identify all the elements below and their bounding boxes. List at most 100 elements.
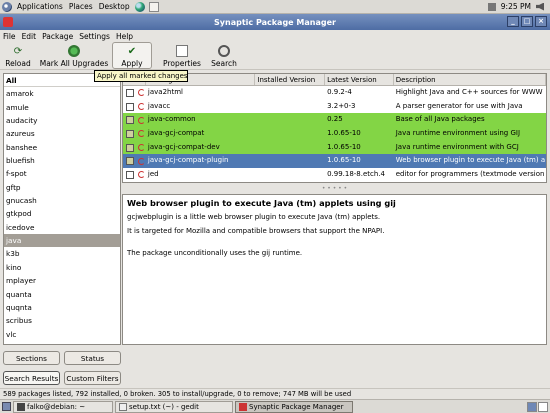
pane-divider[interactable]: • • • • • xyxy=(122,184,547,193)
row-checkbox[interactable] xyxy=(123,86,135,100)
table-row[interactable]: jed 0.99.18-8.etch.4 editor for programmer… xyxy=(123,168,546,182)
workspace-2[interactable] xyxy=(538,401,548,412)
cell-description: Java runtime environment with GCJ xyxy=(395,142,519,151)
table-row[interactable]: java-gcj-compat-plugin 1.0.65-10 Web brows… xyxy=(123,154,546,169)
package-table[interactable]: S Package Installed Version Latest Versi… xyxy=(122,73,547,183)
menu-settings[interactable]: Settings xyxy=(76,32,113,41)
row-checkbox[interactable] xyxy=(123,141,135,155)
section-item-f-spot[interactable]: f-spot xyxy=(4,167,120,180)
window-titlebar[interactable]: Synaptic Package Manager _ □ × xyxy=(0,14,550,30)
not-installed-icon[interactable] xyxy=(125,102,134,111)
section-item-scribus[interactable]: scribus xyxy=(4,314,120,327)
section-item-bluefish[interactable]: bluefish xyxy=(4,154,120,167)
section-item-k3b[interactable]: k3b xyxy=(4,247,120,260)
table-row[interactable]: java-gcj-compat-dev 1.0.65-10 Java runtime… xyxy=(123,140,546,155)
mark-all-upgrades-button[interactable]: Mark All Upgrades xyxy=(36,42,112,69)
row-checkbox[interactable] xyxy=(123,127,135,141)
debian-swirl-icon xyxy=(137,130,145,138)
sections-button[interactable]: Sections xyxy=(3,351,60,365)
apply-button[interactable]: ✔ Apply xyxy=(112,42,152,69)
synaptic-icon xyxy=(239,402,247,411)
section-item-gnucash[interactable]: gnucash xyxy=(4,194,120,207)
task-gedit[interactable]: setup.txt (~) - gedit xyxy=(115,400,233,413)
desktop-menu[interactable]: Desktop xyxy=(96,2,133,11)
search-button[interactable]: Search xyxy=(206,42,242,69)
row-support-status xyxy=(135,113,146,127)
places-menu[interactable]: Places xyxy=(66,2,96,11)
table-row[interactable]: javacc 3.2+0-3 A parser generator for use … xyxy=(123,100,546,114)
apply-tooltip: Apply all marked changes xyxy=(94,70,188,82)
cell-installed-version xyxy=(255,86,325,100)
table-row[interactable]: java2html 0.9.2-4 Highlight Java and C++ s… xyxy=(123,86,546,100)
upgrade-icon xyxy=(68,45,80,57)
properties-button[interactable]: Properties xyxy=(158,42,206,69)
section-item-mplayer[interactable]: mplayer xyxy=(4,274,120,287)
install-marked-icon[interactable] xyxy=(125,129,134,138)
section-item-banshee[interactable]: banshee xyxy=(4,141,120,154)
mail-launcher-icon[interactable] xyxy=(148,1,159,12)
menu-edit[interactable]: Edit xyxy=(19,32,40,41)
table-row[interactable]: java-gcj-compat 1.0.65-10 Java runtime env… xyxy=(123,127,546,141)
synaptic-app-icon[interactable] xyxy=(3,17,13,27)
toolbar: ⟳ Reload Mark All Upgrades ✔ Apply Prope… xyxy=(0,42,550,70)
volume-icon[interactable] xyxy=(536,2,544,11)
workspace-1[interactable] xyxy=(527,401,537,412)
cell-installed-version xyxy=(255,141,325,155)
reload-button[interactable]: ⟳ Reload xyxy=(0,42,36,69)
cell-package: jed xyxy=(147,170,159,179)
install-marked-icon[interactable] xyxy=(125,157,134,166)
details-line-3: The package unconditionally uses the gij… xyxy=(127,249,303,257)
cell-description: Base of all Java packages xyxy=(395,115,485,124)
install-marked-icon[interactable] xyxy=(125,116,134,125)
browser-launcher-icon[interactable] xyxy=(134,1,145,12)
menu-package[interactable]: Package xyxy=(39,32,76,41)
section-item-gftp[interactable]: gftp xyxy=(4,181,120,194)
section-item-azureus[interactable]: azureus xyxy=(4,127,120,140)
maximize-button[interactable]: □ xyxy=(521,16,533,27)
menu-file[interactable]: File xyxy=(0,32,19,41)
row-checkbox[interactable] xyxy=(123,154,135,168)
section-item-vlc[interactable]: vlc xyxy=(4,328,120,341)
task-terminal[interactable]: falko@debian: ~ xyxy=(13,400,113,413)
minimize-button[interactable]: _ xyxy=(507,16,519,27)
clock[interactable]: 9:25 PM xyxy=(501,2,531,11)
section-item-amarok[interactable]: amarok xyxy=(4,87,120,100)
gnome-foot-icon[interactable] xyxy=(2,1,12,12)
col-description-header[interactable]: Description xyxy=(394,74,546,85)
not-installed-icon[interactable] xyxy=(125,170,134,179)
section-item-quqnta[interactable]: quqnta xyxy=(4,301,120,314)
section-item-java[interactable]: java xyxy=(4,234,120,248)
section-item-quanta[interactable]: quanta xyxy=(4,288,120,301)
section-item-gtkpod[interactable]: gtkpod xyxy=(4,207,120,220)
cell-installed-version xyxy=(255,127,325,141)
menubar: File Edit Package Settings Help xyxy=(0,30,550,42)
section-item-amule[interactable]: amule xyxy=(4,101,120,114)
show-desktop-icon[interactable] xyxy=(2,402,11,411)
col-latest-header[interactable]: Latest Version xyxy=(325,74,394,85)
table-row[interactable]: java-common 0.25 Base of all Java packages xyxy=(123,113,546,128)
row-checkbox[interactable] xyxy=(123,100,135,114)
applications-menu[interactable]: Applications xyxy=(14,2,66,11)
status-bar: 589 packages listed, 792 installed, 0 br… xyxy=(0,388,550,399)
search-results-button[interactable]: Search Results xyxy=(3,371,60,385)
workspace-switcher[interactable] xyxy=(527,401,550,412)
custom-filters-button[interactable]: Custom Filters xyxy=(64,371,121,385)
row-checkbox[interactable] xyxy=(123,113,135,127)
section-item-kino[interactable]: kino xyxy=(4,261,120,274)
task-terminal-label: falko@debian: ~ xyxy=(27,402,86,411)
top-panel: Applications Places Desktop 9:25 PM xyxy=(0,0,550,14)
install-marked-icon[interactable] xyxy=(125,143,134,152)
network-icon[interactable] xyxy=(487,2,496,11)
section-item-audacity[interactable]: audacity xyxy=(4,114,120,127)
section-list[interactable]: All amarok amule audacity azureus banshee blue… xyxy=(3,73,121,345)
section-item-icedove[interactable]: icedove xyxy=(4,221,120,234)
menu-help[interactable]: Help xyxy=(113,32,136,41)
not-installed-icon[interactable] xyxy=(125,88,134,97)
task-synaptic[interactable]: Synaptic Package Manager xyxy=(235,400,353,413)
close-button[interactable]: × xyxy=(535,16,547,27)
row-support-status xyxy=(135,86,146,100)
status-button[interactable]: Status xyxy=(64,351,121,365)
cell-latest-version: 0.99.18-8.etch.4 xyxy=(327,170,386,179)
col-installed-header[interactable]: Installed Version xyxy=(255,74,326,85)
row-checkbox[interactable] xyxy=(123,168,135,182)
